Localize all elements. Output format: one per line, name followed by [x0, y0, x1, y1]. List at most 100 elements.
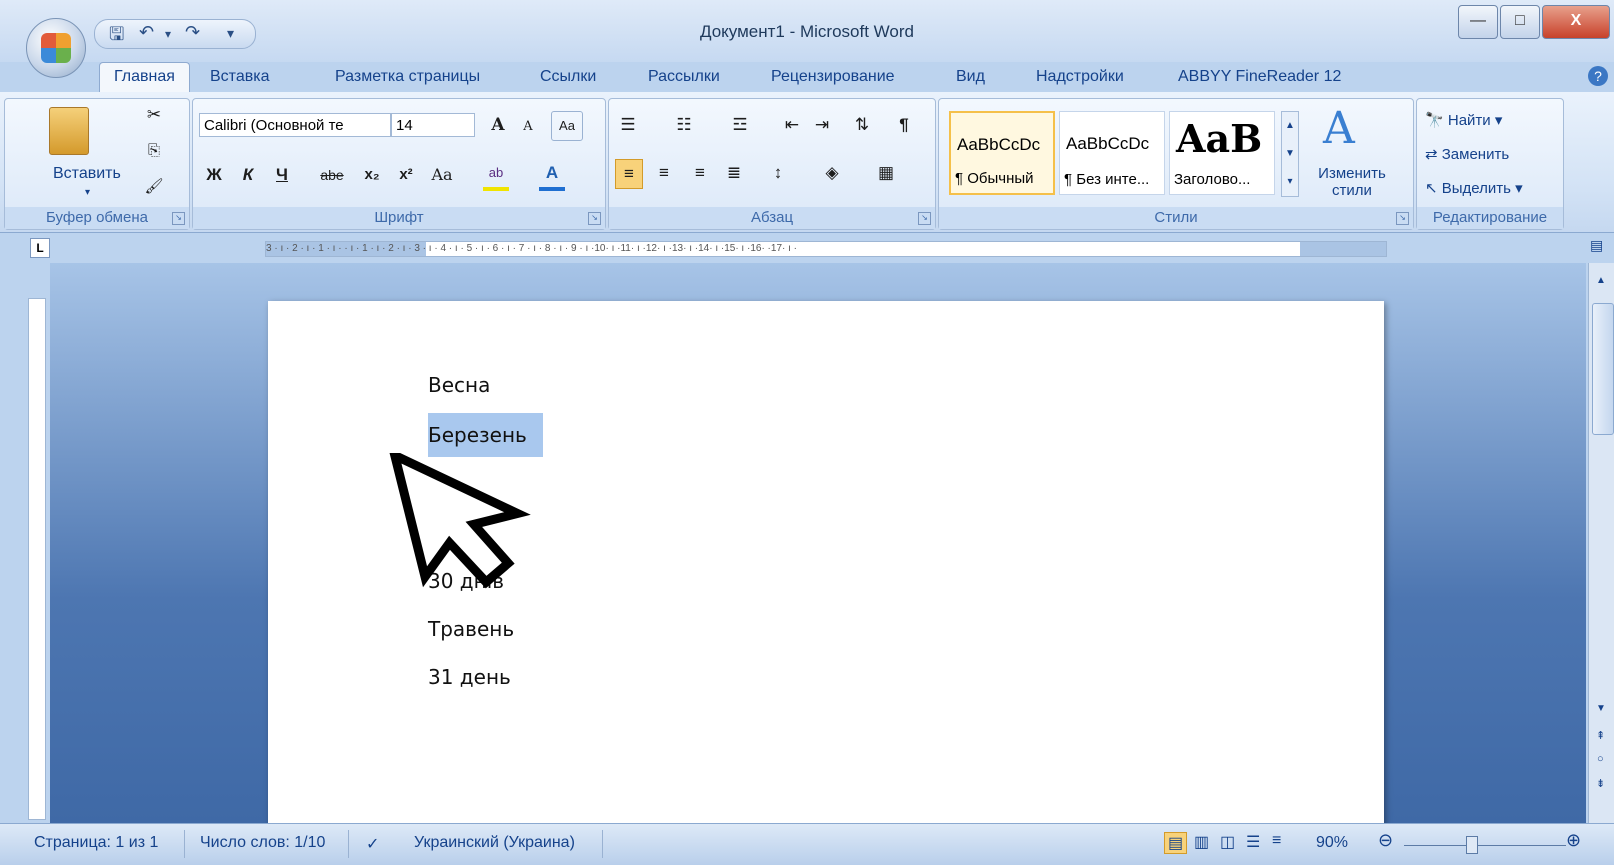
qat-customize[interactable]: ▾ [227, 25, 234, 42]
underline-button[interactable]: Ч [269, 161, 295, 189]
scroll-thumb[interactable] [1592, 303, 1614, 435]
clear-formatting-button[interactable]: Aa [551, 111, 583, 141]
previous-page-icon[interactable]: ⇞ [1596, 729, 1605, 742]
paste-icon[interactable] [49, 107, 89, 155]
align-right-icon[interactable]: ≡ [687, 159, 713, 187]
word-count[interactable]: Число слов: 1/10 [200, 834, 325, 852]
change-case-button[interactable]: Aa [429, 161, 455, 189]
multilevel-list-icon[interactable]: ☲ [727, 111, 753, 139]
print-layout-view-icon[interactable]: ▤ [1164, 832, 1188, 854]
minimize-button[interactable]: — [1458, 5, 1498, 39]
highlight-button[interactable]: ab [483, 159, 509, 191]
outline-view-icon[interactable]: ☰ [1246, 832, 1260, 852]
font-group-label: Шрифт [193, 207, 605, 229]
right-margin-area [1300, 242, 1386, 256]
tab-review[interactable]: Рецензирование [771, 68, 895, 86]
increase-indent-icon[interactable]: ⇥ [809, 111, 835, 139]
page-count[interactable]: Страница: 1 из 1 [34, 834, 158, 852]
clipboard-launcher-icon[interactable]: ↘ [172, 212, 185, 225]
tab-abbyy[interactable]: ABBYY FineReader 12 [1178, 68, 1341, 86]
shrink-font-button[interactable]: A [515, 113, 541, 141]
zoom-slider[interactable] [1404, 845, 1566, 846]
office-button[interactable] [26, 18, 86, 78]
sort-icon[interactable]: ⇅ [849, 111, 875, 139]
tab-insert[interactable]: Вставка [210, 68, 269, 86]
tab-view[interactable]: Вид [956, 68, 985, 86]
cut-icon[interactable]: ✂ [141, 101, 167, 129]
doc-line-7[interactable]: 31 день [428, 665, 511, 689]
doc-line-6[interactable]: Травень [428, 617, 514, 641]
font-color-button[interactable]: A [539, 159, 565, 191]
tab-stop-selector[interactable]: L [30, 238, 50, 258]
shading-icon[interactable]: ◈ [819, 159, 845, 187]
style-heading[interactable]: AaB Заголово... [1169, 111, 1275, 195]
replace-button[interactable]: ⇄ Заменить [1425, 145, 1509, 163]
font-name-field[interactable]: Calibri (Основной те [199, 113, 391, 137]
scroll-down-icon[interactable]: ▼ [1596, 703, 1606, 714]
superscript-button[interactable]: x² [393, 161, 419, 189]
proofing-icon[interactable]: ✓ [366, 834, 379, 854]
view-ruler-icon[interactable]: ▤ [1590, 237, 1603, 254]
zoom-slider-thumb[interactable] [1466, 836, 1478, 854]
vertical-scrollbar[interactable]: ▲ ▼ ⇞ ○ ⇟ [1588, 263, 1614, 823]
scroll-up-icon[interactable]: ▲ [1596, 275, 1606, 286]
tab-page-layout[interactable]: Разметка страницы [335, 68, 480, 86]
undo-icon[interactable]: ↶ [139, 22, 154, 43]
numbering-icon[interactable]: ☷ [671, 111, 697, 139]
draft-view-icon[interactable]: ≡ [1272, 832, 1281, 850]
paragraph-launcher-icon[interactable]: ↘ [918, 212, 931, 225]
align-center-icon[interactable]: ≡ [651, 159, 677, 187]
save-icon[interactable]: 🖫 [109, 22, 124, 52]
line-spacing-icon[interactable]: ↕ [765, 159, 791, 187]
full-screen-reading-icon[interactable]: ▥ [1194, 832, 1209, 852]
maximize-button[interactable]: □ [1500, 5, 1540, 39]
change-styles-button[interactable]: Изменить стили [1307, 165, 1397, 199]
doc-line-1[interactable]: Весна [428, 373, 490, 397]
zoom-level[interactable]: 90% [1316, 834, 1348, 852]
bullets-icon[interactable]: ☰ [615, 111, 641, 139]
find-label: Найти [1447, 112, 1491, 129]
paste-button-label[interactable]: Вставить [53, 165, 121, 183]
styles-launcher-icon[interactable]: ↘ [1396, 212, 1409, 225]
copy-icon[interactable]: ⎘ [141, 137, 167, 165]
language-indicator[interactable]: Украинский (Украина) [414, 834, 575, 852]
horizontal-ruler[interactable]: 3 · ı · 2 · ı · 1 · ı · · ı · 1 · ı · 2 … [265, 241, 1387, 257]
font-size-field[interactable]: 14 [391, 113, 475, 137]
strikethrough-button[interactable]: abe [319, 161, 345, 189]
format-painter-icon[interactable]: 🖌 [141, 173, 167, 201]
tab-add-ins[interactable]: Надстройки [1036, 68, 1124, 86]
browse-object-icon[interactable]: ○ [1597, 753, 1604, 765]
style-name: ¶ Без инте... [1064, 171, 1150, 188]
subscript-button[interactable]: x₂ [359, 161, 385, 189]
grow-font-button[interactable]: A [485, 111, 511, 139]
borders-icon[interactable]: ▦ [873, 159, 899, 187]
word-window: Документ1 - Microsoft Word 🖫 ↶ ▾ ↷ ▾ — □… [0, 0, 1614, 865]
show-marks-button[interactable]: ¶ [891, 111, 917, 139]
vertical-ruler[interactable] [28, 298, 46, 820]
undo-dropdown-icon[interactable]: ▾ [165, 27, 171, 41]
bold-button[interactable]: Ж [201, 161, 227, 189]
help-icon[interactable]: ? [1588, 66, 1608, 86]
close-button[interactable]: X [1542, 5, 1610, 39]
next-page-icon[interactable]: ⇟ [1596, 777, 1605, 790]
select-button[interactable]: ↖ Выделить ▾ [1425, 179, 1523, 197]
align-left-icon[interactable]: ≡ [615, 159, 643, 189]
style-normal[interactable]: AaBbCcDc ¶ Обычный [949, 111, 1055, 195]
styles-scroll-icon[interactable]: ▲ ▼ ▾ [1281, 111, 1299, 197]
paste-dropdown-icon[interactable]: ▾ [85, 187, 90, 198]
style-no-spacing[interactable]: AaBbCcDc ¶ Без инте... [1059, 111, 1165, 195]
tab-mailings[interactable]: Рассылки [648, 68, 720, 86]
decrease-indent-icon[interactable]: ⇤ [779, 111, 805, 139]
doc-line-2[interactable]: Березень [428, 413, 543, 457]
web-layout-icon[interactable]: ◫ [1220, 832, 1235, 852]
selected-text[interactable]: Березень [428, 413, 543, 457]
justify-icon[interactable]: ≣ [721, 159, 747, 187]
italic-button[interactable]: К [235, 161, 261, 189]
zoom-out-icon[interactable]: ⊖ [1378, 830, 1393, 851]
zoom-in-icon[interactable]: ⊕ [1566, 830, 1581, 851]
find-button[interactable]: 🔭 Найти ▾ [1425, 111, 1502, 129]
font-launcher-icon[interactable]: ↘ [588, 212, 601, 225]
tab-references[interactable]: Ссылки [540, 68, 596, 86]
change-styles-icon[interactable]: A [1323, 103, 1355, 154]
redo-icon[interactable]: ↷ [185, 22, 200, 43]
